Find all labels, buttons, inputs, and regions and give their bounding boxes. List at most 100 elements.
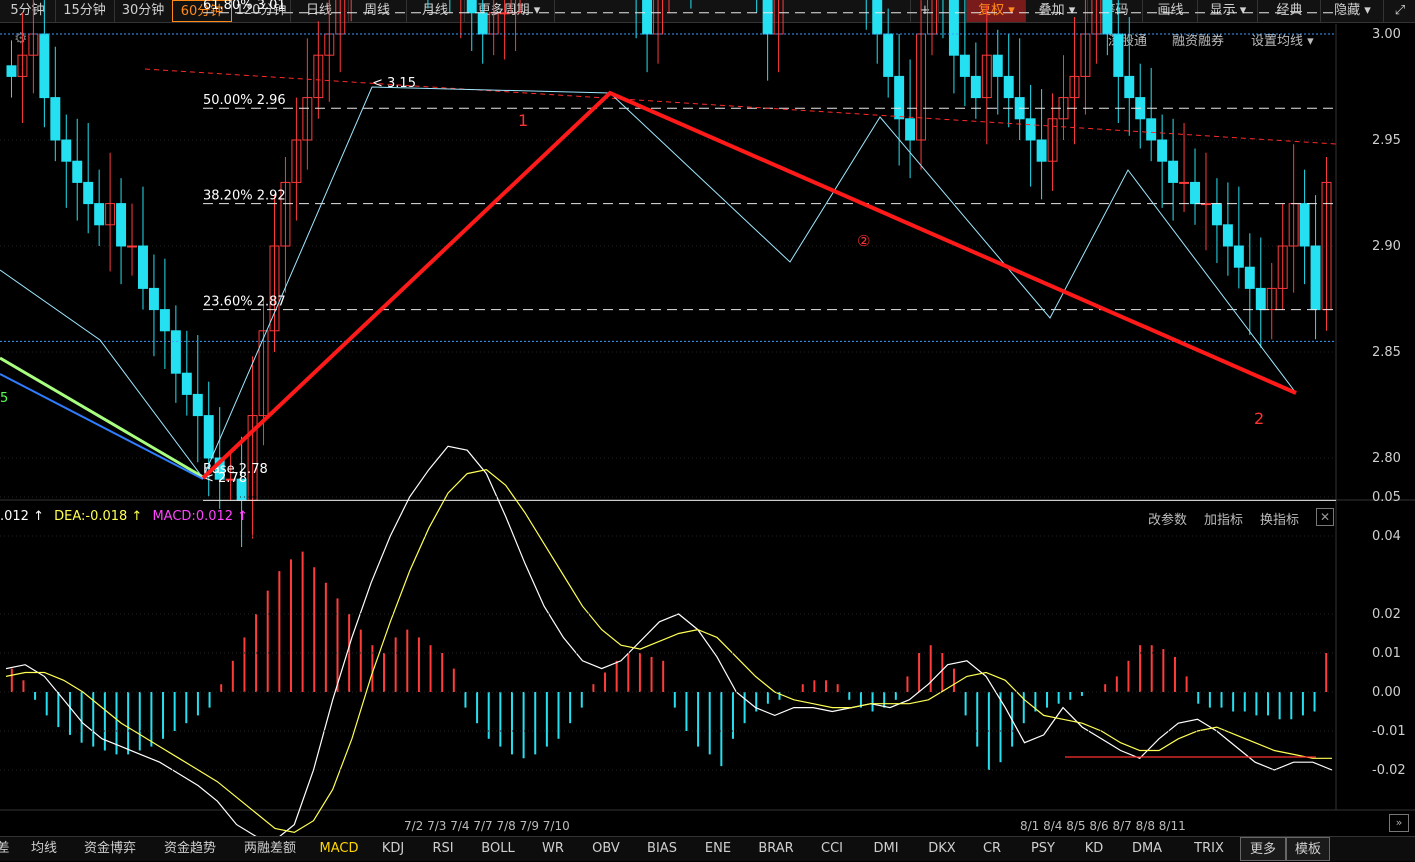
macd-tick-label: 0.04 [1372,529,1401,544]
macd-tick-label: -0.02 [1372,763,1406,778]
macd-dif-line [5,445,1333,836]
candle-body [61,139,72,162]
candle-body [1310,245,1321,311]
indicator-tab-4[interactable]: 两融差额 [230,837,310,861]
price-tick-label: 2.85 [1372,345,1401,360]
candle-body [203,415,214,459]
wave-circle-label: ② [857,232,870,250]
candle-body [477,12,488,35]
chart-area: 100.0% 3.1580.90% 3.0861.80% 3.0150.00% … [0,0,1415,836]
indicator-tab-5[interactable]: MACD [310,837,368,861]
macd-dea-value: DEA:-0.018 ↑ [54,509,143,524]
candle-body [72,160,83,183]
close-icon[interactable]: ✕ [1316,508,1334,526]
candle-body [1233,245,1244,268]
fib-level-label: 23.60% 2.87 [203,295,286,310]
candle-body [1003,75,1014,99]
wave-main-line [201,90,1297,480]
switch-indicator-link[interactable]: 换指标 [1260,509,1299,528]
indicator-tab-7[interactable]: RSI [418,837,468,861]
fib-level-label: 38.20% 2.92 [203,189,286,204]
macd-tick-label: 0.05 [1372,490,1401,505]
resistance-trendline [144,68,1337,145]
indicator-tab-9[interactable]: WR [528,837,578,861]
candle-body [1124,75,1135,99]
indicator-tab-15[interactable]: DMI [858,837,914,861]
candle-body [1222,224,1233,247]
candle-body [1211,203,1222,226]
indicator-tab-11[interactable]: BIAS [634,837,690,861]
indicator-tab-22[interactable]: 更多 [1240,837,1286,861]
indicator-tab-19[interactable]: KD [1072,837,1116,861]
indicator-tab-0[interactable]: 差 [0,837,18,861]
macd-tick-label: 0.02 [1372,607,1401,622]
indicator-tab-10[interactable]: OBV [578,837,634,861]
indicator-tab-16[interactable]: DKX [914,837,970,861]
macd-tick-label: -0.01 [1372,724,1406,739]
macd-dif-value: .012 ↑ [0,509,44,524]
scroll-right-icon[interactable]: » [1389,814,1409,832]
indicator-tab-6[interactable]: KDJ [368,837,418,861]
macd-tick-label: 0.01 [1372,646,1401,661]
candle-body [1146,118,1157,141]
change-params-link[interactable]: 改参数 [1148,509,1187,528]
macd-tick-label: 0.00 [1372,685,1401,700]
date-labels-right: 8/1 8/4 8/5 8/6 8/7 8/8 8/11 [1020,819,1186,833]
candle-body [1157,139,1168,162]
candle-body [905,118,916,141]
indicator-tab-8[interactable]: BOLL [468,837,528,861]
candle-body [762,0,773,35]
candle-body [883,33,894,77]
indicator-tab-2[interactable]: 资金博弈 [70,837,150,861]
candle-body [970,75,981,99]
wave-label-1: 1 [518,111,528,130]
candle-body [948,0,959,56]
candle-body [148,287,159,311]
indicator-tab-23[interactable]: 模板 [1286,837,1330,861]
candle-body [94,203,105,226]
indicator-tab-20[interactable]: DMA [1116,837,1178,861]
candle-body [170,330,181,374]
candle-body [50,97,61,141]
indicator-tab-17[interactable]: CR [970,837,1014,861]
indicator-tab-21[interactable]: TRIX [1178,837,1240,861]
candle-body [642,0,653,35]
candle-body [83,181,94,205]
candle-body [1244,266,1255,289]
indicator-tab-1[interactable]: 均线 [18,837,70,861]
candle-body [466,0,477,14]
ma-line-blue [0,373,204,480]
macd-macd-value: MACD:0.012 ↑ [152,509,249,524]
candle-body [1179,181,1190,184]
candle-body [116,203,127,247]
indicator-tab-12[interactable]: ENE [690,837,746,861]
candle-body [138,245,148,289]
candle-body [1025,118,1036,141]
wave-label-2: 2 [1254,409,1264,428]
indicator-tab-3[interactable]: 资金趋势 [150,837,230,861]
indicator-tabbar: 差均线 资金博弈 资金趋势 两融差额 MACD KDJ RSI BOLL WR OBV BIAS EN… [0,836,1415,861]
indicator-tab-13[interactable]: BRAR [746,837,806,861]
candle-body [1190,181,1200,205]
price-tick-label: 3.00 [1372,27,1401,42]
candle-body [181,372,192,395]
candle-body [959,54,970,77]
candle-body [127,245,138,248]
add-indicator-link[interactable]: 加指标 [1204,509,1243,528]
date-labels-left: 7/2 7/3 7/4 7/7 7/8 7/9 7/10 [404,819,570,833]
candle-body [1168,160,1179,183]
zigzag-thin-line [0,86,1297,479]
indicator-tab-18[interactable]: PSY [1014,837,1072,861]
fib-level-label: 61.80% 3.01 [203,0,286,13]
candle-body [872,0,883,35]
indicator-tab-14[interactable]: CCI [806,837,858,861]
candle-body [1102,0,1113,35]
candle-body [1113,33,1124,77]
fib-level-label: 50.00% 2.96 [203,93,286,108]
left-edge-label: 5 [0,391,8,406]
candle-body [1036,139,1047,162]
macd-dea-line [5,469,1332,834]
ma-line-green [0,356,204,479]
candle-body [192,393,203,417]
price-tick-label: 2.90 [1372,239,1401,254]
